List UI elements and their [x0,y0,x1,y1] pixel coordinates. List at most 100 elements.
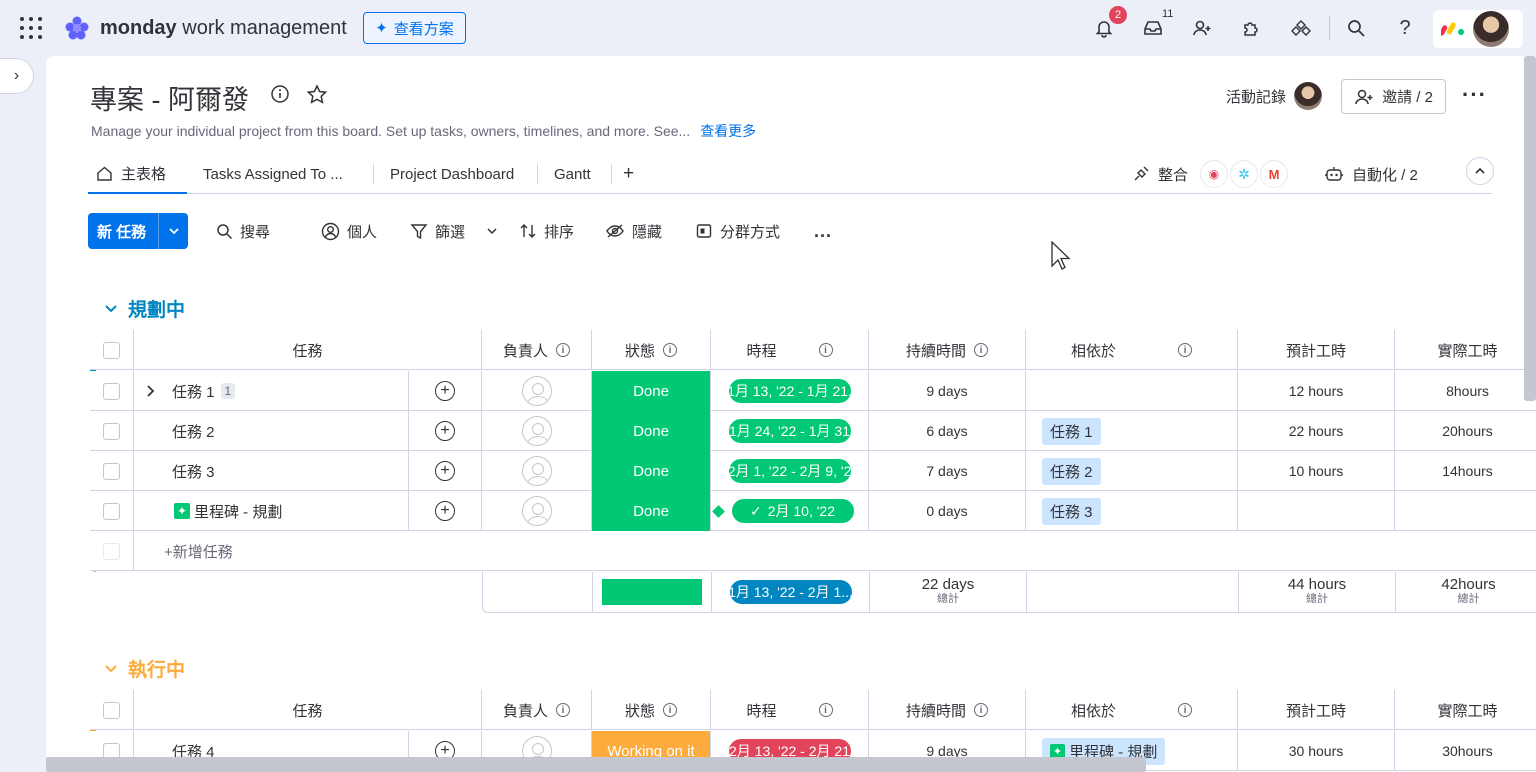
see-plans-button[interactable]: ✦ 查看方案 [363,12,466,44]
search-button[interactable]: 搜尋 [216,213,270,249]
tab-tasks-assigned[interactable]: Tasks Assigned To ... [203,154,343,194]
timeline-cell[interactable]: ✓ 2月 10, '22 [711,491,869,531]
timeline-cell[interactable]: 2月 1, '22 - 2月 9, '2 [711,451,869,491]
select-all-checkbox[interactable] [103,701,120,719]
marketplace-icon[interactable] [1287,14,1315,42]
header-status[interactable]: 狀態 i [592,690,711,730]
hide-button[interactable]: 隱藏 [605,213,662,249]
est-hours-cell[interactable]: 10 hours [1238,451,1395,491]
status-cell[interactable]: Done [592,371,711,411]
apps-puzzle-icon[interactable] [1237,14,1265,42]
header-est-hours[interactable]: 預計工時 [1238,330,1395,370]
task-name[interactable]: 任務 1 [172,381,215,402]
actual-hours-cell[interactable] [1395,491,1536,531]
sort-button[interactable]: 排序 [519,213,574,249]
status-label[interactable]: Done [592,451,710,491]
timeline-pill[interactable]: ✓ 2月 10, '22 [731,499,854,523]
activity-log[interactable]: 活動記錄 [1226,82,1323,110]
new-task-dropdown[interactable] [158,213,188,249]
status-label[interactable]: Done [592,411,710,451]
table-row[interactable]: 任務 1 1 + Done 1月 13, '22 - 1月 21, 9 days… [90,371,1536,411]
user-avatar[interactable] [1473,11,1509,47]
row-checkbox[interactable] [103,382,120,400]
group-header-in-progress[interactable]: 執行中 [104,655,185,682]
more-toolbar-button[interactable]: ... [814,213,832,249]
actual-hours-cell[interactable]: 20hours [1395,411,1536,451]
status-label[interactable]: Done [592,371,710,411]
info-icon[interactable]: i [556,343,570,357]
header-est-hours[interactable]: 預計工時 [1238,690,1395,730]
tab-gantt[interactable]: Gantt [554,154,591,194]
owner-cell[interactable] [482,451,592,491]
apps-grid-icon[interactable] [20,17,42,39]
actual-hours-cell[interactable]: 14hours [1395,451,1536,491]
info-icon[interactable] [270,84,290,104]
group-by-button[interactable]: 分群方式 [695,213,780,249]
collapse-header-button[interactable] [1466,157,1494,185]
integrations-button[interactable]: 整合 ◉ ✲ M [1132,154,1289,194]
board-more-menu[interactable]: ··· [1462,84,1487,106]
status-cell[interactable]: Done [592,411,711,451]
header-status[interactable]: 狀態 i [592,330,711,370]
task-name[interactable]: 里程碑 - 規劃 [194,501,282,522]
task-cell[interactable]: 任務 2 [134,411,409,451]
automations-button[interactable]: 自動化 / 2 [1324,154,1418,194]
search-icon[interactable] [1342,14,1370,42]
header-timeline[interactable]: 時程 i [711,690,869,730]
updates-cell[interactable]: + [409,451,482,491]
depends-cell[interactable]: 任務 2 [1026,451,1238,491]
table-row[interactable]: ✦ 里程碑 - 規劃 + Done ✓ 2月 10, '22 0 days 任務 … [90,491,1536,531]
row-checkbox[interactable] [103,502,120,520]
header-actual-hours[interactable]: 實際工時 [1395,330,1536,370]
chevron-down-icon[interactable] [486,227,498,235]
filter-button[interactable]: 篩選 [410,213,498,249]
timeline-cell[interactable]: 1月 13, '22 - 1月 21, [711,371,869,411]
add-task-row[interactable]: +新增任務 [90,531,1536,571]
info-icon[interactable]: i [1178,343,1192,357]
info-icon[interactable]: i [818,343,833,357]
add-task-cell[interactable]: +新增任務 [134,531,1536,571]
info-icon[interactable]: i [818,703,833,717]
header-owner[interactable]: 負責人 i [482,330,592,370]
tab-main-table[interactable]: 主表格 [88,154,187,194]
depends-cell[interactable]: 任務 1 [1026,411,1238,451]
add-view-button[interactable]: + [623,154,634,194]
header-duration[interactable]: 持續時間 i [869,330,1026,370]
summary-timeline[interactable]: 1月 13, '22 - 2月 1... [712,572,870,612]
updates-cell[interactable]: + [409,411,482,451]
header-timeline[interactable]: 時程 i [711,330,869,370]
status-distribution-bar[interactable] [602,579,702,605]
task-cell[interactable]: 任務 3 [134,451,409,491]
account-switcher[interactable] [1433,10,1523,48]
horizontal-scrollbar[interactable] [46,757,1146,772]
vertical-scrollbar[interactable] [1524,56,1536,401]
app-logo[interactable]: monday work management [62,12,347,44]
add-update-icon[interactable]: + [435,421,455,441]
star-icon[interactable] [306,84,328,104]
row-checkbox[interactable] [103,462,120,480]
table-row[interactable]: 任務 2 + Done 1月 24, '22 - 1月 31 6 days 任務… [90,411,1536,451]
info-icon[interactable]: i [974,703,988,717]
task-cell[interactable]: ✦ 里程碑 - 規劃 [134,491,409,531]
chevron-down-icon[interactable] [104,664,118,674]
timeline-pill[interactable]: 1月 13, '22 - 1月 21, [728,379,851,403]
task-name[interactable]: 任務 3 [172,461,215,482]
dependency-chip[interactable]: 任務 3 [1042,497,1101,525]
est-hours-cell[interactable]: 30 hours [1238,731,1395,771]
depends-cell[interactable] [1026,371,1238,411]
invite-button[interactable]: 邀請 / 2 [1341,79,1446,114]
group-title[interactable]: 執行中 [128,655,185,682]
info-icon[interactable]: i [663,703,677,717]
new-task-button[interactable]: 新 任務 [88,213,188,249]
actual-hours-cell[interactable]: 30hours [1395,731,1536,771]
header-task[interactable]: 任務 [134,690,482,730]
task-cell[interactable]: 任務 1 1 [134,371,409,411]
board-title[interactable]: 專案 - 阿爾發 [90,78,249,117]
select-all-checkbox[interactable] [103,341,120,359]
status-label[interactable]: Done [592,491,710,531]
table-row[interactable]: 任務 3 + Done 2月 1, '22 - 2月 9, '2 7 days … [90,451,1536,491]
header-depends[interactable]: 相依於 i [1026,690,1238,730]
est-hours-cell[interactable]: 22 hours [1238,411,1395,451]
add-update-icon[interactable]: + [435,501,455,521]
est-hours-cell[interactable]: 12 hours [1238,371,1395,411]
